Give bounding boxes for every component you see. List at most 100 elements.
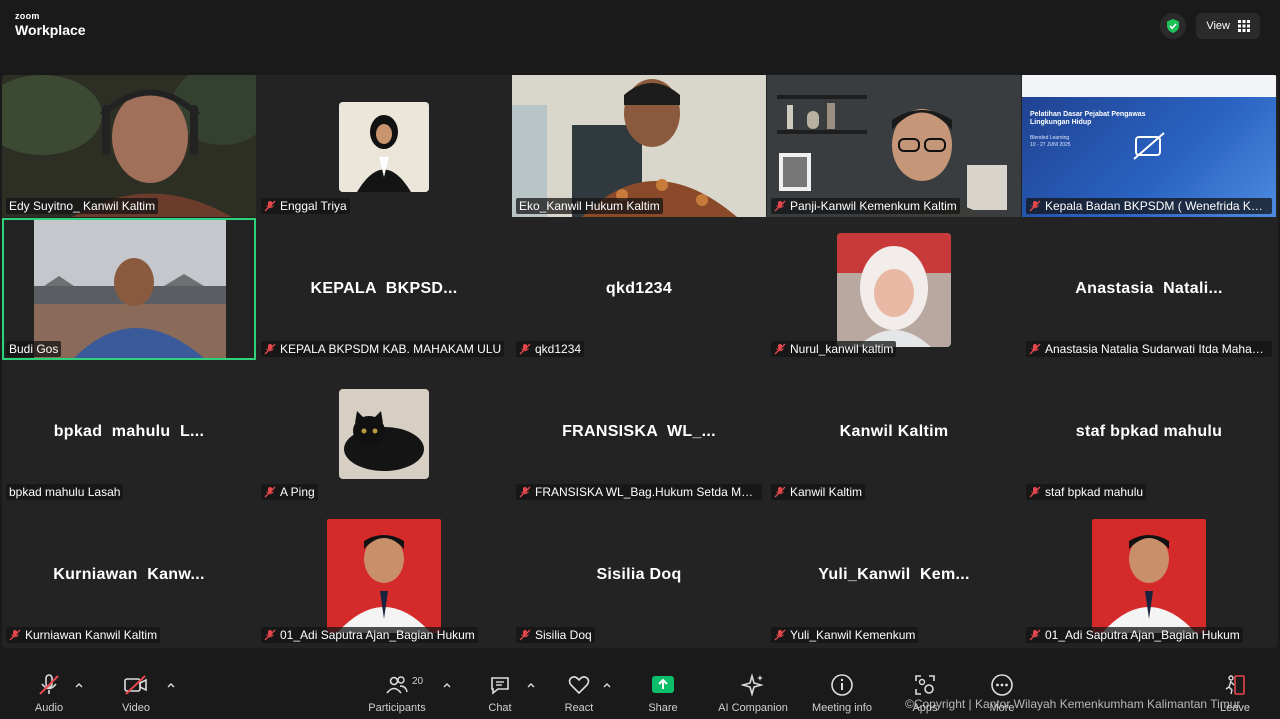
audio-label: Audio — [34, 702, 64, 714]
participant-name: Kanwil Kaltim — [790, 485, 863, 499]
gallery-view: Edy Suyitno_ Kanwil Kaltim Enggal Triya — [2, 75, 1278, 648]
zoom-meeting-window: zoom Workplace View Edy Suyitno_ Kanwil … — [0, 0, 1280, 719]
participant-tile[interactable]: Kanwil Kaltim Kanwil Kaltim — [767, 361, 1021, 503]
participant-tile[interactable]: bpkad mahulu L... bpkad mahulu Lasah — [2, 361, 256, 503]
participant-name: Budi Gos — [9, 342, 59, 356]
participant-name: Kurniawan Kanwil Kaltim — [25, 628, 158, 642]
participant-name-label: 01_Adi Saputra Ajan_Bagian Hukum — [261, 627, 478, 643]
participant-tile[interactable]: qkd1234 qkd1234 — [512, 218, 766, 360]
participant-tile[interactable]: 01_Adi Saputra Ajan_Bagian Hukum — [257, 504, 511, 646]
video-off-icon — [1133, 132, 1165, 160]
react-options-caret-icon[interactable] — [602, 680, 612, 690]
virtual-background-slide: Pelatihan Dasar Pejabat Pengawas Lingkun… — [1022, 75, 1276, 217]
react-button[interactable]: React — [534, 672, 624, 714]
audio-button[interactable]: Audio — [4, 672, 94, 714]
participant-tile[interactable]: Sisilia Doq Sisilia Doq — [512, 504, 766, 646]
participant-display-name: Kurniawan Kanw... — [53, 566, 205, 583]
muted-mic-icon — [519, 629, 531, 641]
profile-photo — [837, 233, 951, 347]
participant-name-label: qkd1234 — [516, 341, 585, 357]
share-button[interactable]: Share — [618, 672, 708, 714]
participant-name: qkd1234 — [535, 342, 582, 356]
participant-display-name: Sisilia Doq — [596, 566, 682, 583]
participant-name: A Ping — [280, 485, 315, 499]
participant-name-label: Sisilia Doq — [516, 627, 595, 643]
chat-label: Chat — [488, 702, 512, 714]
participant-tile[interactable]: Kurniawan Kanw... Kurniawan Kanwil Kalti… — [2, 504, 256, 646]
participant-name-label: staf bpkad mahulu — [1026, 484, 1147, 500]
sparkle-icon — [740, 672, 766, 698]
muted-mic-icon — [774, 629, 786, 641]
participant-tile[interactable]: staf bpkad mahulu staf bpkad mahulu — [1022, 361, 1276, 503]
participant-tile[interactable]: Anastasia Natali... Anastasia Natalia Su… — [1022, 218, 1276, 360]
participant-video — [767, 75, 1021, 217]
ai-companion-button[interactable]: AI Companion — [708, 672, 798, 714]
participant-tile[interactable]: Panji-Kanwil Kemenkum Kaltim — [767, 75, 1021, 217]
react-label: React — [564, 702, 594, 714]
participant-tile[interactable]: Edy Suyitno_ Kanwil Kaltim — [2, 75, 256, 217]
participant-tile[interactable]: Nurul_kanwil kaltim — [767, 218, 1021, 360]
participant-name-label: Edy Suyitno_ Kanwil Kaltim — [6, 198, 159, 214]
participants-options-caret-icon[interactable] — [442, 680, 452, 690]
participant-tile[interactable]: A Ping — [257, 361, 511, 503]
slide-title: Pelatihan Dasar Pejabat Pengawas Lingkun… — [1030, 111, 1146, 127]
muted-mic-icon — [264, 486, 276, 498]
muted-mic-icon — [9, 629, 21, 641]
participant-display-name: Anastasia Natali... — [1075, 280, 1223, 297]
participant-tile[interactable]: Enggal Triya — [257, 75, 511, 217]
video-button[interactable]: Video — [91, 672, 181, 714]
video-label: Video — [122, 702, 150, 714]
copyright-overlay-text: ©Copyright | Kantor Wilayah Kemenkumham … — [905, 697, 1241, 711]
participant-name: staf bpkad mahulu — [1045, 485, 1144, 499]
participant-tile[interactable]: FRANSISKA WL_... FRANSISKA WL_Bag.Hukum … — [512, 361, 766, 503]
participant-tile-active-speaker[interactable]: Budi Gos — [2, 218, 256, 360]
participant-name-label: FRANSISKA WL_Bag.Hukum Setda Mahulu — [516, 484, 762, 500]
view-button[interactable]: View — [1196, 13, 1260, 39]
participant-name-label: Kurniawan Kanwil Kaltim — [6, 627, 161, 643]
participant-name-label: Kepala Badan BKPSDM ( Wenefrida Kaya... — [1026, 198, 1272, 214]
muted-mic-icon — [1029, 486, 1041, 498]
participant-name: Nurul_kanwil kaltim — [790, 342, 894, 356]
participant-name-label: Panji-Kanwil Kemenkum Kaltim — [771, 198, 960, 214]
participant-name: Enggal Triya — [280, 199, 347, 213]
participant-name-label: Yuli_Kanwil Kemenkum — [771, 627, 919, 643]
muted-microphone-icon — [36, 672, 62, 698]
participant-tile[interactable]: Yuli_Kanwil Kem... Yuli_Kanwil Kemenkum — [767, 504, 1021, 646]
participant-name: KEPALA BKPSDM KAB. MAHAKAM ULU — [280, 342, 502, 356]
participant-name: FRANSISKA WL_Bag.Hukum Setda Mahulu — [535, 485, 759, 499]
share-label: Share — [648, 702, 678, 714]
participant-display-name: KEPALA BKPSD... — [310, 280, 458, 297]
participant-name: Panji-Kanwil Kemenkum Kaltim — [790, 199, 957, 213]
chat-bubble-icon — [487, 672, 513, 698]
participant-tile[interactable]: Pelatihan Dasar Pejabat Pengawas Lingkun… — [1022, 75, 1276, 217]
logo-workplace-text: Workplace — [15, 22, 86, 38]
participant-tile[interactable]: 01_Adi Saputra Ajan_Bagian Hukum — [1022, 504, 1276, 646]
muted-mic-icon — [1029, 200, 1041, 212]
participant-display-name: Kanwil Kaltim — [839, 423, 949, 440]
participant-name-label: A Ping — [261, 484, 318, 500]
more-dots-icon — [989, 672, 1015, 698]
profile-photo — [339, 389, 429, 479]
participant-display-name: qkd1234 — [605, 280, 673, 297]
share-screen-icon — [650, 672, 676, 698]
meeting-info-button[interactable]: Meeting info — [797, 672, 887, 714]
participant-name: Kepala Badan BKPSDM ( Wenefrida Kaya... — [1045, 199, 1269, 213]
muted-mic-icon — [264, 200, 276, 212]
chat-button[interactable]: Chat — [455, 672, 545, 714]
muted-mic-icon — [264, 343, 276, 355]
video-options-caret-icon[interactable] — [166, 680, 176, 690]
participant-tile[interactable]: Eko_Kanwil Hukum Kaltim — [512, 75, 766, 217]
audio-options-caret-icon[interactable] — [74, 680, 84, 690]
participants-icon — [384, 672, 410, 698]
ai-companion-label: AI Companion — [718, 702, 788, 714]
participant-display-name: bpkad mahulu L... — [53, 423, 205, 440]
muted-mic-icon — [1029, 343, 1041, 355]
profile-photo — [1092, 519, 1206, 633]
participant-name-label: 01_Adi Saputra Ajan_Bagian Hukum — [1026, 627, 1243, 643]
security-shield-icon[interactable] — [1160, 13, 1187, 39]
participants-button[interactable]: Participants — [352, 672, 442, 714]
participant-tile[interactable]: KEPALA BKPSD... KEPALA BKPSDM KAB. MAHAK… — [257, 218, 511, 360]
heart-icon — [566, 672, 592, 698]
participant-name: Yuli_Kanwil Kemenkum — [790, 628, 916, 642]
participant-name-label: bpkad mahulu Lasah — [6, 484, 124, 500]
